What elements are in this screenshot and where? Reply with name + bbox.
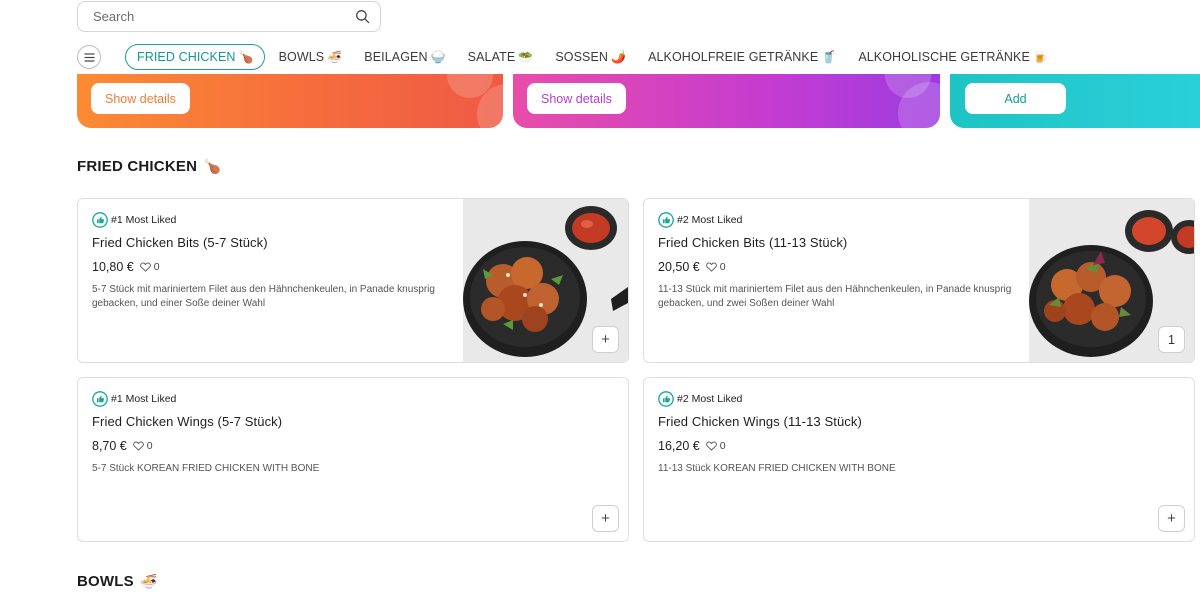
add-to-cart-button[interactable]: + xyxy=(1158,505,1185,532)
most-liked-badge: #1 Most Liked xyxy=(92,391,568,407)
product-price: 20,50 € xyxy=(658,260,700,274)
hamburger-menu-icon[interactable] xyxy=(77,45,101,69)
category-tab-alkoholfreie-getraenke[interactable]: ALKOHOLFREIE GETRÄNKE 🥤 xyxy=(648,50,836,64)
category-tab-alkoholische-getraenke[interactable]: ALKOHOLISCHE GETRÄNKE 🍺 xyxy=(858,50,1048,64)
product-price: 16,20 € xyxy=(658,439,700,453)
product-description: 5-7 Stück mit mariniertem Filet aus den … xyxy=(92,284,435,309)
add-to-cart-button[interactable]: + xyxy=(592,505,619,532)
product-name: Fried Chicken Wings (11-13 Stück) xyxy=(658,414,862,429)
badge-text: #2 Most Liked xyxy=(677,393,743,405)
section-title-text: BOWLS xyxy=(77,573,134,590)
search-input[interactable] xyxy=(91,8,354,25)
drumstick-icon: 🍗 xyxy=(203,158,222,174)
category-label: ALKOHOLFREIE GETRÄNKE xyxy=(648,50,819,64)
likes-counter[interactable]: 0 xyxy=(705,440,726,452)
rice-icon: 🍚 xyxy=(430,50,446,64)
likes-count: 0 xyxy=(719,261,726,273)
badge-text: #1 Most Liked xyxy=(111,393,177,405)
thumbs-up-icon xyxy=(92,212,108,228)
category-label: ALKOHOLISCHE GETRÄNKE xyxy=(858,50,1030,64)
product-card[interactable]: #2 Most Liked Fried Chicken Wings (11-13… xyxy=(643,377,1195,542)
category-label: SOSSEN xyxy=(555,50,609,64)
category-tab-salate[interactable]: SALATE 🥗 xyxy=(468,50,534,64)
soft-drink-icon: 🥤 xyxy=(821,50,837,64)
bowl-icon: 🍜 xyxy=(140,573,158,589)
cart-quantity-button[interactable]: 1 xyxy=(1158,326,1185,353)
section-title-text: FRIED CHICKEN xyxy=(77,158,198,175)
category-tab-beilagen[interactable]: BEILAGEN 🍚 xyxy=(364,50,445,64)
category-tab-fried-chicken[interactable]: FRIED CHICKEN 🍗 xyxy=(125,44,265,70)
product-description: 11-13 Stück KOREAN FRIED CHICKEN WITH BO… xyxy=(658,463,896,474)
most-liked-badge: #1 Most Liked xyxy=(92,212,448,228)
thumbs-up-icon xyxy=(658,391,674,407)
thumbs-up-icon xyxy=(92,391,108,407)
category-label: FRIED CHICKEN xyxy=(137,50,236,64)
likes-counter[interactable]: 0 xyxy=(705,261,726,273)
product-card[interactable]: #1 Most Liked Fried Chicken Wings (5-7 S… xyxy=(77,377,629,542)
product-price: 10,80 € xyxy=(92,260,134,274)
show-details-button[interactable]: Show details xyxy=(527,83,626,114)
product-price: 8,70 € xyxy=(92,439,127,453)
category-tab-sossen[interactable]: SOSSEN 🌶️ xyxy=(555,50,626,64)
heart-icon xyxy=(132,441,144,451)
add-to-cart-button[interactable]: + xyxy=(592,326,619,353)
likes-count: 0 xyxy=(719,440,726,452)
likes-count: 0 xyxy=(153,261,160,273)
product-name: Fried Chicken Bits (11-13 Stück) xyxy=(658,235,848,250)
category-label: BEILAGEN xyxy=(364,50,428,64)
category-tab-bowls[interactable]: BOWLS 🍜 xyxy=(279,50,343,64)
section-title-fried-chicken: FRIED CHICKEN 🍗 xyxy=(77,158,221,175)
promo-banner-3: Add xyxy=(950,74,1200,128)
section-title-bowls: BOWLS 🍜 xyxy=(77,573,158,590)
likes-counter[interactable]: 0 xyxy=(139,261,160,273)
product-description: 11-13 Stück mit mariniertem Filet aus de… xyxy=(658,284,1012,309)
product-card[interactable]: #1 Most Liked Fried Chicken Bits (5-7 St… xyxy=(77,198,629,363)
category-label: SALATE xyxy=(467,50,516,64)
heart-icon xyxy=(705,262,717,272)
badge-text: #2 Most Liked xyxy=(677,214,743,226)
most-liked-badge: #2 Most Liked xyxy=(658,391,1134,407)
likes-counter[interactable]: 0 xyxy=(132,440,153,452)
likes-count: 0 xyxy=(146,440,153,452)
beer-icon: 🍺 xyxy=(1032,50,1048,64)
thumbs-up-icon xyxy=(658,212,674,228)
salad-icon: 🥗 xyxy=(518,50,534,64)
category-nav: FRIED CHICKEN 🍗 BOWLS 🍜 BEILAGEN 🍚 SALATE 🥗 … xyxy=(77,43,1070,71)
badge-text: #1 Most Liked xyxy=(111,214,177,226)
promo-banner-2: Show details xyxy=(513,74,940,128)
drumstick-icon: 🍗 xyxy=(238,50,254,64)
promo-banner-1: Show details xyxy=(77,74,503,128)
chili-pepper-icon: 🌶️ xyxy=(611,50,627,64)
add-button[interactable]: Add xyxy=(965,83,1066,114)
heart-icon xyxy=(705,441,717,451)
product-name: Fried Chicken Bits (5-7 Stück) xyxy=(92,235,268,250)
show-details-button[interactable]: Show details xyxy=(91,83,190,114)
product-description: 5-7 Stück KOREAN FRIED CHICKEN WITH BONE xyxy=(92,463,320,474)
most-liked-badge: #2 Most Liked xyxy=(658,212,1014,228)
category-label: BOWLS xyxy=(278,50,325,64)
product-name: Fried Chicken Wings (5-7 Stück) xyxy=(92,414,283,429)
search-icon[interactable] xyxy=(354,9,370,25)
heart-icon xyxy=(139,262,151,272)
bowl-icon: 🍜 xyxy=(327,50,343,64)
product-card[interactable]: #2 Most Liked Fried Chicken Bits (11-13 … xyxy=(643,198,1195,363)
search-bar[interactable] xyxy=(77,1,381,32)
